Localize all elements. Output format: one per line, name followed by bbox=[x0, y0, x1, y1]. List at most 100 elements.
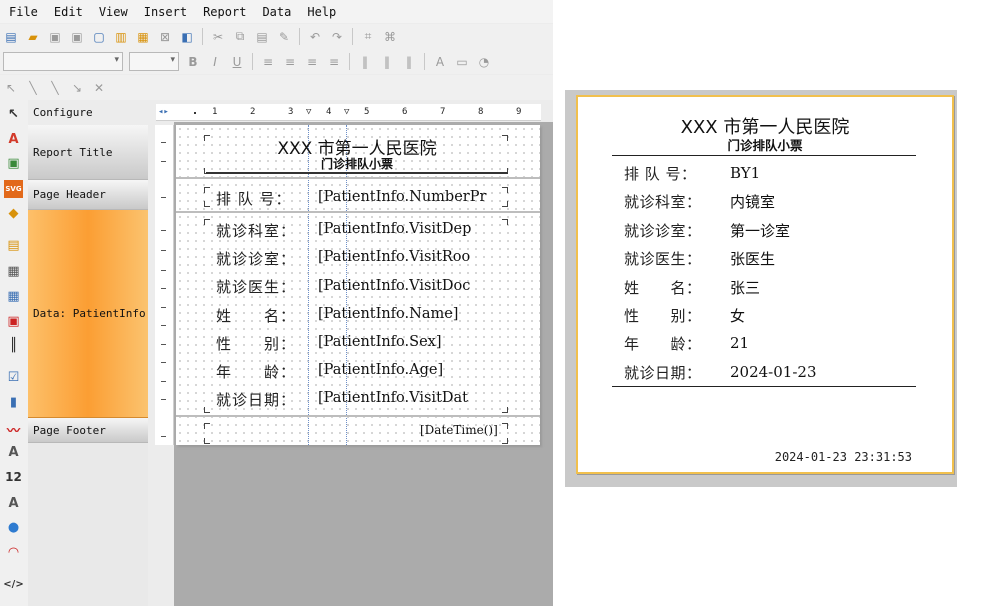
design-row-field[interactable]: [PatientInfo.VisitDep bbox=[318, 221, 504, 237]
save-icon[interactable]: ▣ bbox=[46, 28, 64, 46]
new-dialog-icon[interactable]: ▦ bbox=[134, 28, 152, 46]
design-row-label[interactable]: 性 别： bbox=[216, 333, 296, 354]
vertical-ruler bbox=[155, 125, 174, 445]
align-top-icon[interactable]: ‖ bbox=[356, 53, 374, 71]
delete-icon[interactable]: ✕ bbox=[90, 79, 108, 97]
preview-timestamp: 2024-01-23 23:31:53 bbox=[774, 450, 912, 464]
bar-chart-icon[interactable]: ▮ bbox=[4, 393, 23, 411]
align-bottom-icon[interactable]: ‖ bbox=[400, 53, 418, 71]
menu-file[interactable]: File bbox=[0, 5, 46, 19]
copy-icon[interactable]: ⧉ bbox=[231, 28, 249, 46]
underline-icon[interactable]: U bbox=[228, 53, 246, 71]
ruler-label: 3 bbox=[288, 107, 294, 117]
align-middle-icon[interactable]: ‖ bbox=[378, 53, 396, 71]
table-object-icon[interactable]: ▦ bbox=[4, 262, 23, 280]
menu-edit[interactable]: Edit bbox=[46, 5, 91, 19]
chart-picture-icon[interactable]: ▣ bbox=[4, 312, 23, 330]
checkbox-object-icon[interactable]: ☑ bbox=[4, 368, 23, 386]
delete-page-icon[interactable]: ⊠ bbox=[156, 28, 174, 46]
band-configure[interactable]: Configure bbox=[28, 100, 148, 125]
subreport-icon[interactable]: ▤ bbox=[4, 236, 23, 254]
menu-report[interactable]: Report bbox=[195, 5, 254, 19]
preview-row-value: 内镜室 bbox=[730, 192, 776, 211]
picture-object-icon[interactable]: ▣ bbox=[4, 154, 23, 172]
ruler-marker-icon[interactable]: ▽ bbox=[344, 107, 349, 117]
group-icon[interactable]: ⌗ bbox=[359, 28, 377, 46]
menu-help[interactable]: Help bbox=[299, 5, 344, 19]
shape-object-icon[interactable]: ◆ bbox=[4, 204, 23, 222]
design-row-label[interactable]: 就诊医生： bbox=[216, 276, 296, 297]
ungroup-icon[interactable]: ⌘ bbox=[381, 28, 399, 46]
design-subtitle-text[interactable]: 门诊排队小票 bbox=[206, 155, 508, 172]
design-queue-label[interactable]: 排 队 号： bbox=[216, 188, 292, 209]
style-icon[interactable]: ◔ bbox=[475, 53, 493, 71]
design-queue-field[interactable]: [PatientInfo.NumberPr bbox=[318, 189, 504, 205]
menu-insert[interactable]: Insert bbox=[136, 5, 195, 19]
menu-view[interactable]: View bbox=[91, 5, 136, 19]
design-row-field[interactable]: [PatientInfo.VisitDat bbox=[318, 390, 504, 406]
open-folder-icon[interactable]: ▰ bbox=[24, 28, 42, 46]
cut-icon[interactable]: ✂ bbox=[209, 28, 227, 46]
matrix-object-icon[interactable]: ▦ bbox=[4, 287, 23, 305]
print-preview-icon[interactable]: ▢ bbox=[90, 28, 108, 46]
band-data-patientinfo[interactable]: Data: PatientInfo bbox=[28, 210, 148, 418]
barcode-icon[interactable]: ║ bbox=[4, 336, 23, 354]
map-object-icon[interactable]: ● bbox=[4, 518, 23, 536]
design-row-field[interactable]: [PatientInfo.Name] bbox=[318, 306, 504, 322]
bold-icon[interactable]: B bbox=[184, 53, 202, 71]
menu-data[interactable]: Data bbox=[254, 5, 299, 19]
rich-text-icon[interactable]: A bbox=[4, 443, 23, 461]
format-painter-icon[interactable]: ✎ bbox=[275, 28, 293, 46]
html-object-icon[interactable]: </> bbox=[3, 575, 23, 593]
new-report-icon[interactable]: ▤ bbox=[2, 28, 20, 46]
diagonal-line-icon[interactable]: ╲ bbox=[46, 79, 64, 97]
new-page-icon[interactable]: ▥ bbox=[112, 28, 130, 46]
font-name-combo[interactable] bbox=[3, 52, 123, 71]
page-settings-icon[interactable]: ◧ bbox=[178, 28, 196, 46]
font-size-combo[interactable] bbox=[129, 52, 179, 71]
preview-row-value: 2024-01-23 bbox=[730, 363, 817, 381]
ruler-left-arrow-icon[interactable]: ◂▸ bbox=[158, 107, 169, 117]
justify-icon[interactable]: ≡ bbox=[325, 53, 343, 71]
ruler-tick bbox=[194, 112, 196, 114]
italic-icon[interactable]: I bbox=[206, 53, 224, 71]
preview-bottom-line bbox=[612, 386, 916, 387]
band-page-header[interactable]: Page Header bbox=[28, 180, 148, 210]
svg-object-icon[interactable]: SVG bbox=[4, 180, 23, 198]
design-row-label[interactable]: 就诊诊室： bbox=[216, 248, 296, 269]
design-row-label[interactable]: 就诊日期： bbox=[216, 389, 296, 410]
arrow-line-icon[interactable]: ↘ bbox=[68, 79, 86, 97]
design-row-label[interactable]: 姓 名： bbox=[216, 305, 296, 326]
align-left-icon[interactable]: ≡ bbox=[259, 53, 277, 71]
band-page-footer[interactable]: Page Footer bbox=[28, 418, 148, 443]
design-title-underline[interactable] bbox=[206, 172, 508, 174]
ruler-marker-icon[interactable]: ▽ bbox=[306, 107, 311, 117]
band-report-title[interactable]: Report Title bbox=[28, 125, 148, 180]
align-center-icon[interactable]: ≡ bbox=[281, 53, 299, 71]
redo-icon[interactable]: ↷ bbox=[328, 28, 346, 46]
design-row-field[interactable]: [PatientInfo.VisitRoo bbox=[318, 249, 504, 265]
sparkline-icon[interactable]: 〰 bbox=[4, 420, 23, 439]
gauge-icon[interactable]: ◠ bbox=[4, 543, 23, 561]
cell-text-icon[interactable]: A bbox=[4, 494, 23, 512]
undo-icon[interactable]: ↶ bbox=[306, 28, 324, 46]
design-datetime-field[interactable]: [DateTime()] bbox=[420, 423, 498, 437]
design-row-field[interactable]: [PatientInfo.Sex] bbox=[318, 334, 504, 350]
pointer-icon[interactable]: ↖ bbox=[4, 105, 23, 123]
select-arrow-icon[interactable]: ↖ bbox=[2, 79, 20, 97]
design-row-field[interactable]: [PatientInfo.Age] bbox=[318, 362, 504, 378]
line-icon[interactable]: ╲ bbox=[24, 79, 42, 97]
design-row-label[interactable]: 年 龄： bbox=[216, 361, 296, 382]
paste-icon[interactable]: ▤ bbox=[253, 28, 271, 46]
design-canvas[interactable]: XXX 市第一人民医院 门诊排队小票 排 队 号： [PatientInfo.N… bbox=[176, 125, 540, 445]
design-row-field[interactable]: [PatientInfo.VisitDoc bbox=[318, 278, 504, 294]
font-color-icon[interactable]: A bbox=[431, 53, 449, 71]
highlight-icon[interactable]: ▭ bbox=[453, 53, 471, 71]
ruler-tick bbox=[161, 161, 166, 162]
text-object-icon[interactable]: A bbox=[4, 130, 23, 148]
design-row-label[interactable]: 就诊科室： bbox=[216, 220, 296, 241]
preview-page: XXX 市第一人民医院 门诊排队小票 排 队 号： BY1 就诊科室： 内镜室 … bbox=[576, 95, 954, 474]
align-right-icon[interactable]: ≡ bbox=[303, 53, 321, 71]
save-all-icon[interactable]: ▣ bbox=[68, 28, 86, 46]
number-icon[interactable]: 12 bbox=[4, 468, 23, 486]
